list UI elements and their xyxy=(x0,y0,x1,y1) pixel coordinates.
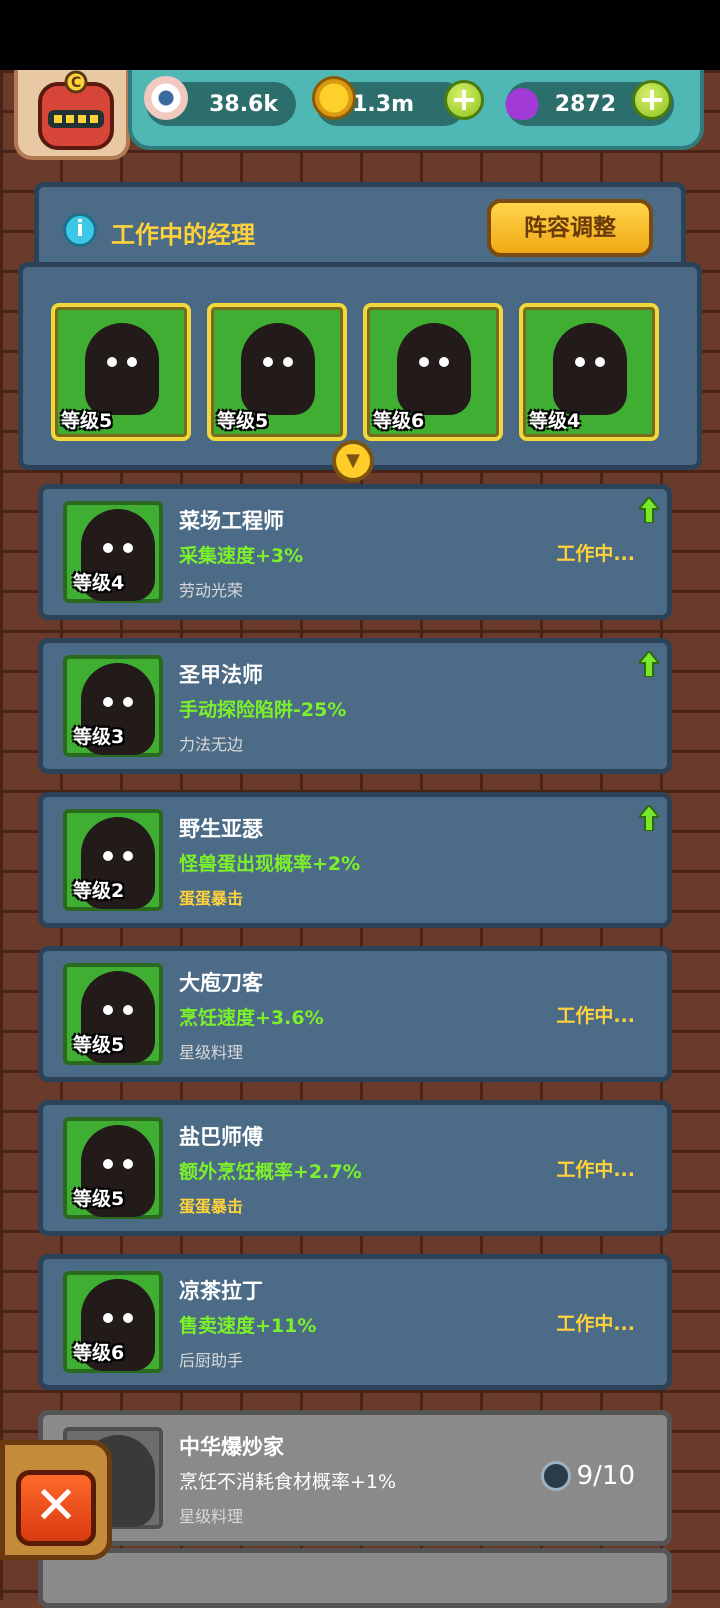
active-team-panel: 等级5 等级5 等级6 等级4 xyxy=(18,262,702,470)
manager-portrait: 等级6 xyxy=(63,1271,163,1373)
manager-level: 等级2 xyxy=(73,880,125,902)
manager-card[interactable]: 等级5 大庖刀客 烹饪速度+3.6% 星级料理 工作中... xyxy=(38,946,672,1082)
manager-name: 中华爆炒家 xyxy=(179,1435,284,1459)
manager-portrait: 等级3 xyxy=(63,655,163,757)
manager-level: 等级6 xyxy=(73,1342,125,1364)
manager-portrait: 等级5 xyxy=(63,963,163,1065)
manager-level: 等级4 xyxy=(73,572,125,594)
svg-text:C: C xyxy=(71,75,81,91)
slot-level: 等级5 xyxy=(217,410,269,432)
fragment-progress: 9/10 xyxy=(540,1461,635,1491)
manager-name: 菜场工程师 xyxy=(179,509,284,533)
team-slot-1[interactable]: 等级5 xyxy=(51,303,191,441)
manager-creature-icon xyxy=(397,323,471,415)
manager-trait: 星级料理 xyxy=(179,1043,244,1062)
next-card-partial xyxy=(38,1548,672,1608)
locked-manager-card[interactable]: 中华爆炒家 烹饪不消耗食材概率+1% 星级料理 9/10 xyxy=(38,1410,672,1546)
manager-name: 圣甲法师 xyxy=(179,663,263,687)
add-potion-button[interactable]: + xyxy=(632,80,672,120)
manager-name: 凉茶拉丁 xyxy=(179,1279,263,1303)
manager-buff: 手动探险陷阱-25% xyxy=(179,699,347,721)
manager-buff: 采集速度+3% xyxy=(179,545,304,567)
manager-portrait: 等级4 xyxy=(63,501,163,603)
manager-trait: 蛋蛋暴击 xyxy=(179,1197,244,1216)
manager-creature-icon xyxy=(241,323,315,415)
fragment-count: 9/10 xyxy=(576,1461,635,1491)
slot-level: 等级6 xyxy=(373,410,425,432)
manager-status: 工作中... xyxy=(556,1005,635,1027)
manager-card[interactable]: 等级2 野生亚瑟 怪兽蛋出现概率+2% 蛋蛋暴击 xyxy=(38,792,672,928)
team-slot-4[interactable]: 等级4 xyxy=(519,303,659,441)
team-slot-3[interactable]: 等级6 xyxy=(363,303,503,441)
resource-bar: 38.6k 1.3m + 2872 + xyxy=(128,70,704,150)
potion-icon xyxy=(500,76,544,120)
add-coin-button[interactable]: + xyxy=(444,80,484,120)
manager-name: 野生亚瑟 xyxy=(179,817,263,841)
upgrade-arrow-icon[interactable] xyxy=(639,497,659,523)
manager-card[interactable]: 等级6 凉茶拉丁 售卖速度+11% 后厨助手 工作中... xyxy=(38,1254,672,1390)
manager-status: 工作中... xyxy=(556,1159,635,1181)
manager-level: 等级5 xyxy=(73,1034,125,1056)
player-avatar[interactable]: C xyxy=(14,70,130,160)
manager-creature-icon xyxy=(85,323,159,415)
manager-trait: 后厨助手 xyxy=(179,1351,244,1370)
manager-buff: 额外烹饪概率+2.7% xyxy=(179,1161,362,1183)
manager-trait: 蛋蛋暴击 xyxy=(179,889,244,908)
manager-card[interactable]: 等级3 圣甲法师 手动探险陷阱-25% 力法无边 xyxy=(38,638,672,774)
slot-level: 等级5 xyxy=(61,410,113,432)
manager-buff: 烹饪速度+3.6% xyxy=(179,1007,324,1029)
collapse-toggle-chevron-down-icon[interactable]: ▼ xyxy=(332,440,374,482)
coin-icon xyxy=(312,76,356,120)
manager-buff: 烹饪不消耗食材概率+1% xyxy=(179,1471,397,1493)
manager-trait: 星级料理 xyxy=(179,1507,244,1526)
status-bar xyxy=(0,0,720,70)
monster-avatar-icon: C xyxy=(38,70,114,150)
manager-status: 工作中... xyxy=(556,543,635,565)
potion-value: 2872 xyxy=(554,91,616,117)
manager-portrait: 等级5 xyxy=(63,1117,163,1219)
manager-level: 等级3 xyxy=(73,726,125,748)
manager-portrait: 等级2 xyxy=(63,809,163,911)
eyeball-icon xyxy=(144,76,188,120)
team-slot-2[interactable]: 等级5 xyxy=(207,303,347,441)
manager-card[interactable]: 等级5 盐巴师傅 额外烹饪概率+2.7% 蛋蛋暴击 工作中... xyxy=(38,1100,672,1236)
manager-level: 等级5 xyxy=(73,1188,125,1210)
header-title: 工作中的经理 xyxy=(111,221,255,249)
manager-buff: 售卖速度+11% xyxy=(179,1315,317,1337)
manager-name: 大庖刀客 xyxy=(179,971,263,995)
upgrade-arrow-icon[interactable] xyxy=(639,651,659,677)
info-icon[interactable]: i xyxy=(63,213,97,247)
manager-trait: 劳动光荣 xyxy=(179,581,244,600)
manager-card[interactable]: 等级4 菜场工程师 采集速度+3% 劳动光荣 工作中... xyxy=(38,484,672,620)
frying-pan-icon xyxy=(540,1461,571,1491)
manager-trait: 力法无边 xyxy=(179,735,244,754)
close-button[interactable]: ✕ xyxy=(16,1470,96,1546)
lineup-adjust-button[interactable]: 阵容调整 xyxy=(487,199,653,257)
manager-creature-icon xyxy=(553,323,627,415)
coin-value: 1.3m xyxy=(352,91,414,117)
eyeball-value: 38.6k xyxy=(209,91,278,117)
close-icon: ✕ xyxy=(34,1476,78,1536)
upgrade-arrow-icon[interactable] xyxy=(639,805,659,831)
working-managers-header: i 工作中的经理 阵容调整 xyxy=(34,182,686,274)
manager-buff: 怪兽蛋出现概率+2% xyxy=(179,853,361,875)
manager-status: 工作中... xyxy=(556,1313,635,1335)
manager-name: 盐巴师傅 xyxy=(179,1125,263,1149)
slot-level: 等级4 xyxy=(529,410,581,432)
